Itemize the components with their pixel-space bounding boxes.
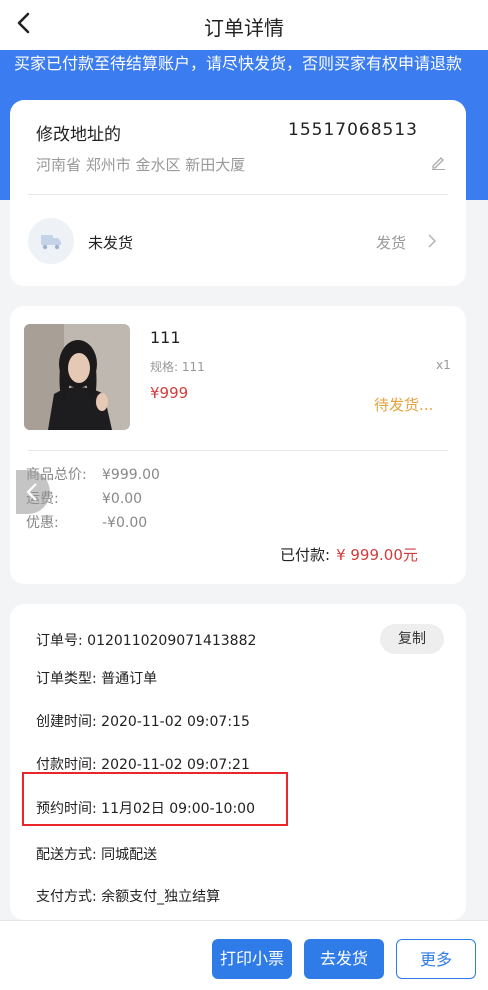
copy-button[interactable]: 复制: [380, 624, 444, 654]
fee-value: ¥0.00: [102, 491, 143, 507]
goods-card: 111 规格: 111 x1 ¥999 待发货... 商品总价: ¥999.00 …: [10, 306, 466, 584]
order-info-card: 订单号: 0120110209071413882 复制 订单类型: 普通订单 创…: [10, 604, 466, 920]
highlight-box: [22, 772, 288, 826]
product-quantity: x1: [436, 358, 451, 372]
product-image[interactable]: [24, 324, 130, 430]
paid-row: 已付款: ¥ 999.00元: [280, 544, 418, 565]
paid-amount: ¥ 999.00元: [336, 546, 418, 564]
receiver-address: 河南省 郑州市 金水区 新田大厦: [36, 156, 246, 174]
page-title: 订单详情: [204, 16, 284, 40]
fee-value: -¥0.00: [102, 515, 148, 531]
divider: [28, 194, 448, 195]
edit-pencil-icon[interactable]: [430, 154, 446, 170]
product-spec: 规格: 111: [150, 360, 205, 374]
receiver-phone: 15517068513: [288, 120, 418, 140]
order-number: 订单号: 0120110209071413882: [36, 633, 257, 649]
product-name: 111: [150, 328, 181, 347]
ship-button[interactable]: 去发货: [304, 939, 384, 979]
fee-value: ¥999.00: [102, 467, 160, 483]
divider: [28, 450, 448, 451]
bottom-action-bar: 打印小票 去发货 更多: [0, 920, 488, 990]
more-button[interactable]: 更多: [396, 939, 476, 979]
banner-text: 买家已付款至待结算账户，请尽快发货，否则买家有权申请退款: [14, 54, 463, 73]
paid-time: 付款时间: 2020-11-02 09:07:21: [36, 757, 250, 773]
fee-row-discount: 优惠: -¥0.00: [26, 512, 147, 532]
print-receipt-button[interactable]: 打印小票: [212, 939, 292, 979]
order-type: 订单类型: 普通订单: [36, 671, 158, 687]
address-card: 修改地址的 15517068513 河南省 郑州市 金水区 新田大厦 未发货 发…: [10, 100, 466, 286]
product-price: ¥999: [150, 384, 189, 402]
delivery-method: 配送方式: 同城配送: [36, 847, 158, 863]
ship-link[interactable]: 发货: [376, 232, 406, 253]
paid-label: 已付款:: [280, 546, 331, 564]
created-time: 创建时间: 2020-11-02 09:07:15: [36, 714, 250, 730]
truck-icon: [28, 218, 74, 264]
fee-label: 优惠:: [26, 515, 59, 531]
receiver-name: 修改地址的: [36, 125, 121, 145]
nav-bar: 订单详情: [0, 0, 488, 50]
shipping-status: 未发货: [88, 234, 134, 252]
payment-method: 支付方式: 余额支付_独立结算: [36, 889, 221, 905]
product-status: 待发货...: [374, 396, 434, 414]
chevron-right-icon[interactable]: [426, 233, 438, 253]
